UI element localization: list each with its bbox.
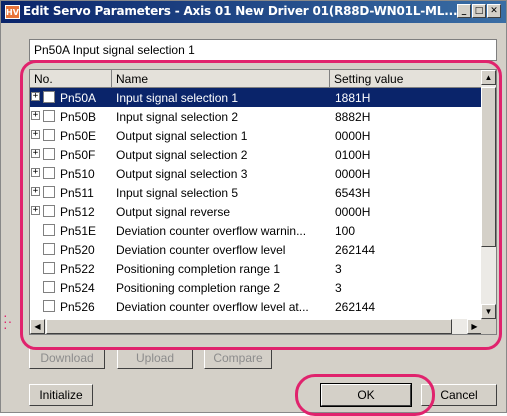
param-name: Output signal selection 1	[116, 129, 248, 143]
param-setting-value[interactable]: 0100H	[335, 148, 475, 162]
table-row[interactable]: Pn520 Deviation counter overflow level 262…	[30, 240, 482, 259]
table-row[interactable]: Pn524 Positioning completion range 2 3	[30, 278, 482, 297]
close-icon[interactable]: ✕	[487, 4, 501, 18]
table-row[interactable]: Pn526 Deviation counter overflow level at…	[30, 297, 482, 316]
param-setting-value[interactable]: 6543H	[335, 186, 475, 200]
expand-icon[interactable]: +	[31, 149, 40, 158]
scroll-corner	[481, 319, 496, 334]
param-name: Positioning completion range 2	[116, 281, 281, 295]
param-number: Pn520	[60, 243, 95, 257]
dotted-pointer-annotation: · ·· ·	[3, 307, 13, 335]
row-checkbox[interactable]	[43, 186, 55, 198]
param-name: Input signal selection 5	[116, 186, 239, 200]
param-number: Pn51E	[60, 224, 97, 238]
compare-button[interactable]: Compare	[204, 347, 272, 369]
expand-icon[interactable]: +	[31, 92, 40, 101]
param-setting-value[interactable]: 0000H	[335, 205, 475, 219]
param-name: Deviation counter overflow level at...	[116, 300, 309, 314]
expand-icon[interactable]: +	[31, 206, 40, 215]
expand-icon[interactable]: +	[31, 130, 40, 139]
param-number: Pn50B	[60, 110, 97, 124]
table-row[interactable]: + Pn50A Input signal selection 1 1881H	[30, 88, 482, 107]
param-setting-value[interactable]: 262144	[335, 300, 475, 314]
param-number: Pn50A	[60, 91, 97, 105]
param-number: Pn524	[60, 281, 95, 295]
row-checkbox[interactable]	[43, 224, 55, 236]
param-name: Output signal selection 2	[116, 148, 248, 162]
param-setting-value[interactable]: 100	[335, 224, 475, 238]
row-checkbox[interactable]	[43, 205, 55, 217]
column-header-setting-value[interactable]: Setting value	[330, 70, 482, 88]
table-row[interactable]: + Pn512 Output signal reverse 0000H	[30, 202, 482, 221]
scroll-left-icon[interactable]: ◀	[30, 319, 45, 334]
row-checkbox[interactable]	[43, 300, 55, 312]
param-number: Pn50F	[60, 148, 96, 162]
table-row[interactable]: + Pn50F Output signal selection 2 0100H	[30, 145, 482, 164]
param-setting-value[interactable]: 0000H	[335, 167, 475, 181]
ok-button[interactable]: OK	[320, 383, 412, 407]
param-setting-value[interactable]: 0000H	[335, 129, 475, 143]
param-setting-value[interactable]: 3	[335, 281, 475, 295]
param-setting-value[interactable]: 3	[335, 262, 475, 276]
param-name: Deviation counter overflow warnin...	[116, 224, 307, 238]
row-checkbox[interactable]	[43, 129, 55, 141]
expand-icon[interactable]: +	[31, 168, 40, 177]
param-name: Deviation counter overflow level	[116, 243, 286, 257]
table-row[interactable]: Pn51E Deviation counter overflow warnin..…	[30, 221, 482, 240]
param-name: Output signal reverse	[116, 205, 231, 219]
param-number: Pn510	[60, 167, 95, 181]
param-setting-value[interactable]: 262144	[335, 243, 475, 257]
initialize-button[interactable]: Initialize	[29, 384, 93, 406]
table-row[interactable]: + Pn510 Output signal selection 3 0000H	[30, 164, 482, 183]
minimize-icon[interactable]: _	[457, 4, 471, 18]
param-name: Positioning completion range 1	[116, 262, 281, 276]
title-bar[interactable]: HV Edit Servo Parameters - Axis 01 New D…	[1, 1, 506, 23]
parameter-description-box: Pn50A Input signal selection 1	[29, 39, 497, 61]
upload-button[interactable]: Upload	[117, 347, 193, 369]
column-header-no[interactable]: No.	[30, 70, 112, 88]
row-checkbox[interactable]	[43, 281, 55, 293]
edit-servo-parameters-window: HV Edit Servo Parameters - Axis 01 New D…	[0, 0, 507, 413]
row-checkbox[interactable]	[43, 262, 55, 274]
table-header: No. Name Setting value	[30, 70, 482, 88]
table-row[interactable]: + Pn50B Input signal selection 2 8882H	[30, 107, 482, 126]
row-checkbox[interactable]	[43, 110, 55, 122]
scroll-right-icon[interactable]: ▶	[467, 319, 482, 334]
param-number: Pn522	[60, 262, 95, 276]
param-number: Pn512	[60, 205, 95, 219]
download-button[interactable]: Download	[29, 347, 105, 369]
expand-icon[interactable]: +	[31, 111, 40, 120]
param-setting-value[interactable]: 8882H	[335, 110, 475, 124]
param-name: Input signal selection 1	[116, 91, 239, 105]
expand-icon[interactable]: +	[31, 187, 40, 196]
table-row[interactable]: + Pn511 Input signal selection 5 6543H	[30, 183, 482, 202]
table-row[interactable]: Pn522 Positioning completion range 1 3	[30, 259, 482, 278]
app-icon: HV	[5, 5, 20, 19]
maximize-icon[interactable]: □	[472, 4, 486, 18]
row-checkbox[interactable]	[43, 148, 55, 160]
row-checkbox[interactable]	[43, 167, 55, 179]
vertical-scroll-thumb[interactable]	[481, 87, 496, 247]
param-name: Output signal selection 3	[116, 167, 248, 181]
param-number: Pn526	[60, 300, 95, 314]
scroll-up-icon[interactable]: ▲	[481, 70, 496, 85]
row-checkbox[interactable]	[43, 243, 55, 255]
row-checkbox[interactable]	[43, 91, 55, 103]
horizontal-scroll-thumb[interactable]	[46, 319, 452, 334]
horizontal-scrollbar[interactable]: ◀ ▶	[30, 319, 482, 334]
param-name: Input signal selection 2	[116, 110, 239, 124]
cancel-button[interactable]: Cancel	[421, 384, 497, 406]
table-row[interactable]: + Pn50E Output signal selection 1 0000H	[30, 126, 482, 145]
column-header-name[interactable]: Name	[112, 70, 330, 88]
param-setting-value[interactable]: 1881H	[335, 91, 475, 105]
vertical-scrollbar[interactable]: ▲ ▼	[481, 70, 496, 319]
scroll-down-icon[interactable]: ▼	[481, 304, 496, 319]
param-number: Pn511	[60, 186, 94, 200]
param-number: Pn50E	[60, 129, 97, 143]
parameter-table: No. Name Setting value + Pn50A Input signa…	[29, 69, 497, 335]
window-title: Edit Servo Parameters - Axis 01 New Driv…	[23, 4, 458, 18]
